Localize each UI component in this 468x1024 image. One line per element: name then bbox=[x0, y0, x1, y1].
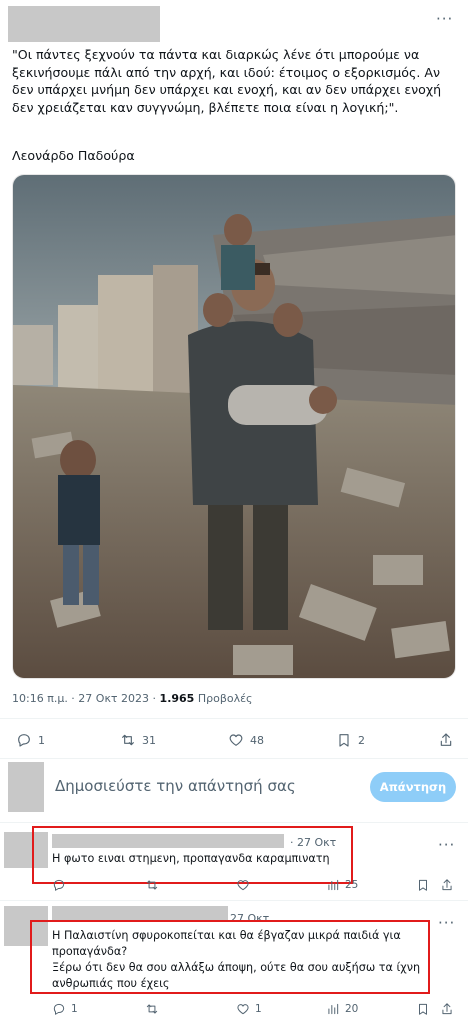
comment-like-count: 1 bbox=[255, 1003, 262, 1015]
comment-share-action[interactable] bbox=[440, 1002, 454, 1016]
tweet-time[interactable]: 10:16 π.μ. · 27 Οκτ 2023 · bbox=[12, 692, 160, 705]
views-count: 1.965 bbox=[159, 692, 195, 705]
highlight-box bbox=[30, 920, 430, 994]
reply-input[interactable]: Δημοσιεύστε την απάντησή σας bbox=[55, 777, 296, 795]
tweet-text: "Οι πάντες ξεχνούν τα πάντα και διαρκώς … bbox=[12, 47, 442, 115]
reply-count: 1 bbox=[38, 733, 45, 747]
share-icon bbox=[442, 879, 452, 891]
comment-views-action[interactable]: 20 bbox=[326, 1002, 358, 1016]
reply-button[interactable]: Απάντηση bbox=[370, 772, 456, 802]
tweet-meta: 10:16 π.μ. · 27 Οκτ 2023 · 1.965 Προβολέ… bbox=[12, 692, 253, 705]
tweet-photo[interactable] bbox=[12, 174, 456, 679]
like-icon bbox=[237, 880, 249, 891]
comment-bookmark-action[interactable] bbox=[416, 1002, 430, 1016]
divider bbox=[0, 758, 468, 759]
comment-retweet-action[interactable] bbox=[145, 878, 164, 892]
comment-reply-action[interactable]: 1 bbox=[52, 1002, 78, 1016]
reply-icon bbox=[53, 879, 65, 891]
views-icon bbox=[328, 879, 339, 891]
comment-bookmark-action[interactable] bbox=[416, 878, 430, 892]
tweet-signature: Λεονάρδο Παδούρα bbox=[12, 148, 135, 163]
divider bbox=[0, 900, 468, 901]
own-avatar bbox=[8, 762, 44, 812]
comment-views-count: 25 bbox=[345, 879, 359, 891]
comment-like-action[interactable]: 1 bbox=[236, 1002, 262, 1016]
comment-views-action[interactable]: 25 bbox=[326, 878, 358, 892]
reply-action[interactable]: 1 bbox=[16, 732, 45, 748]
bookmark-action[interactable]: 2 bbox=[336, 732, 365, 748]
bookmark-icon bbox=[339, 734, 349, 747]
divider bbox=[0, 822, 468, 823]
retweet-icon bbox=[122, 734, 134, 746]
reply-icon bbox=[53, 1003, 65, 1015]
like-action[interactable]: 48 bbox=[228, 732, 264, 748]
retweet-icon bbox=[146, 1004, 158, 1014]
redacted-author-name bbox=[8, 6, 160, 42]
bookmark-icon bbox=[419, 879, 427, 891]
more-icon[interactable]: ··· bbox=[438, 916, 455, 931]
like-icon bbox=[237, 1004, 249, 1015]
divider bbox=[0, 718, 468, 719]
comment-like-action[interactable] bbox=[236, 878, 255, 892]
comment-author-redacted bbox=[52, 906, 228, 920]
comment-views-count: 20 bbox=[345, 1003, 359, 1015]
like-icon bbox=[229, 734, 243, 746]
retweet-count: 31 bbox=[142, 733, 156, 747]
highlight-box bbox=[32, 826, 353, 884]
like-count: 48 bbox=[250, 733, 264, 747]
bookmark-count: 2 bbox=[358, 733, 365, 747]
views-icon bbox=[328, 1003, 339, 1015]
comment-retweet-action[interactable] bbox=[145, 1002, 164, 1016]
share-icon bbox=[440, 733, 452, 746]
share-action[interactable] bbox=[438, 732, 454, 748]
retweet-icon bbox=[146, 880, 158, 890]
tweet-photo-illustration bbox=[13, 175, 455, 678]
more-icon[interactable]: ··· bbox=[436, 12, 453, 27]
comment-reply-action[interactable] bbox=[52, 878, 71, 892]
more-icon[interactable]: ··· bbox=[438, 838, 455, 853]
share-icon bbox=[442, 1003, 452, 1015]
comment-share-action[interactable] bbox=[440, 878, 454, 892]
views-label: Προβολές bbox=[194, 692, 253, 705]
bookmark-icon bbox=[419, 1003, 427, 1015]
retweet-action[interactable]: 31 bbox=[120, 732, 156, 748]
comment-reply-count: 1 bbox=[71, 1003, 78, 1015]
reply-icon bbox=[18, 734, 30, 747]
